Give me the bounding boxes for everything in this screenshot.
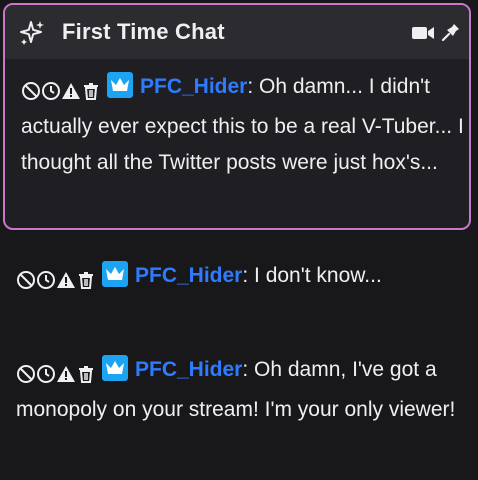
crown-icon[interactable] [102, 355, 128, 381]
chat-message: PFC_Hider: Oh damn... I didn't actually … [21, 69, 469, 181]
timeout-icon[interactable] [36, 364, 56, 384]
timeout-icon[interactable] [36, 270, 56, 290]
chat-message: PFC_Hider: Oh damn, I've got a monopoly … [16, 352, 464, 428]
timeout-icon[interactable] [41, 81, 61, 101]
username[interactable]: PFC_Hider [140, 75, 247, 98]
username[interactable]: PFC_Hider [135, 358, 242, 381]
message-separator: : [242, 358, 255, 381]
camera-icon[interactable] [411, 25, 435, 41]
sparkle-icon [20, 21, 44, 45]
first-time-chat-header: First Time Chat [5, 5, 469, 59]
mod-actions [16, 262, 96, 298]
delete-icon[interactable] [76, 270, 96, 290]
warning-icon[interactable] [56, 270, 76, 290]
mod-actions [16, 356, 96, 392]
message-text: I don't know... [254, 264, 382, 287]
username[interactable]: PFC_Hider [135, 264, 242, 287]
warning-icon[interactable] [61, 81, 81, 101]
crown-icon[interactable] [102, 261, 128, 287]
first-time-chat-title: First Time Chat [62, 19, 225, 44]
delete-icon[interactable] [76, 364, 96, 384]
chat-message: PFC_Hider: I don't know... [16, 258, 464, 298]
pin-icon[interactable] [441, 22, 461, 42]
delete-icon[interactable] [81, 81, 101, 101]
first-time-chat-card: First Time Chat PFC_Hider: Oh damn... I … [3, 3, 471, 230]
ban-icon[interactable] [21, 81, 41, 101]
crown-icon[interactable] [107, 72, 133, 98]
ban-icon[interactable] [16, 364, 36, 384]
ban-icon[interactable] [16, 270, 36, 290]
message-separator: : [242, 264, 255, 287]
message-separator: : [247, 75, 260, 98]
mod-actions [21, 73, 101, 109]
warning-icon[interactable] [56, 364, 76, 384]
